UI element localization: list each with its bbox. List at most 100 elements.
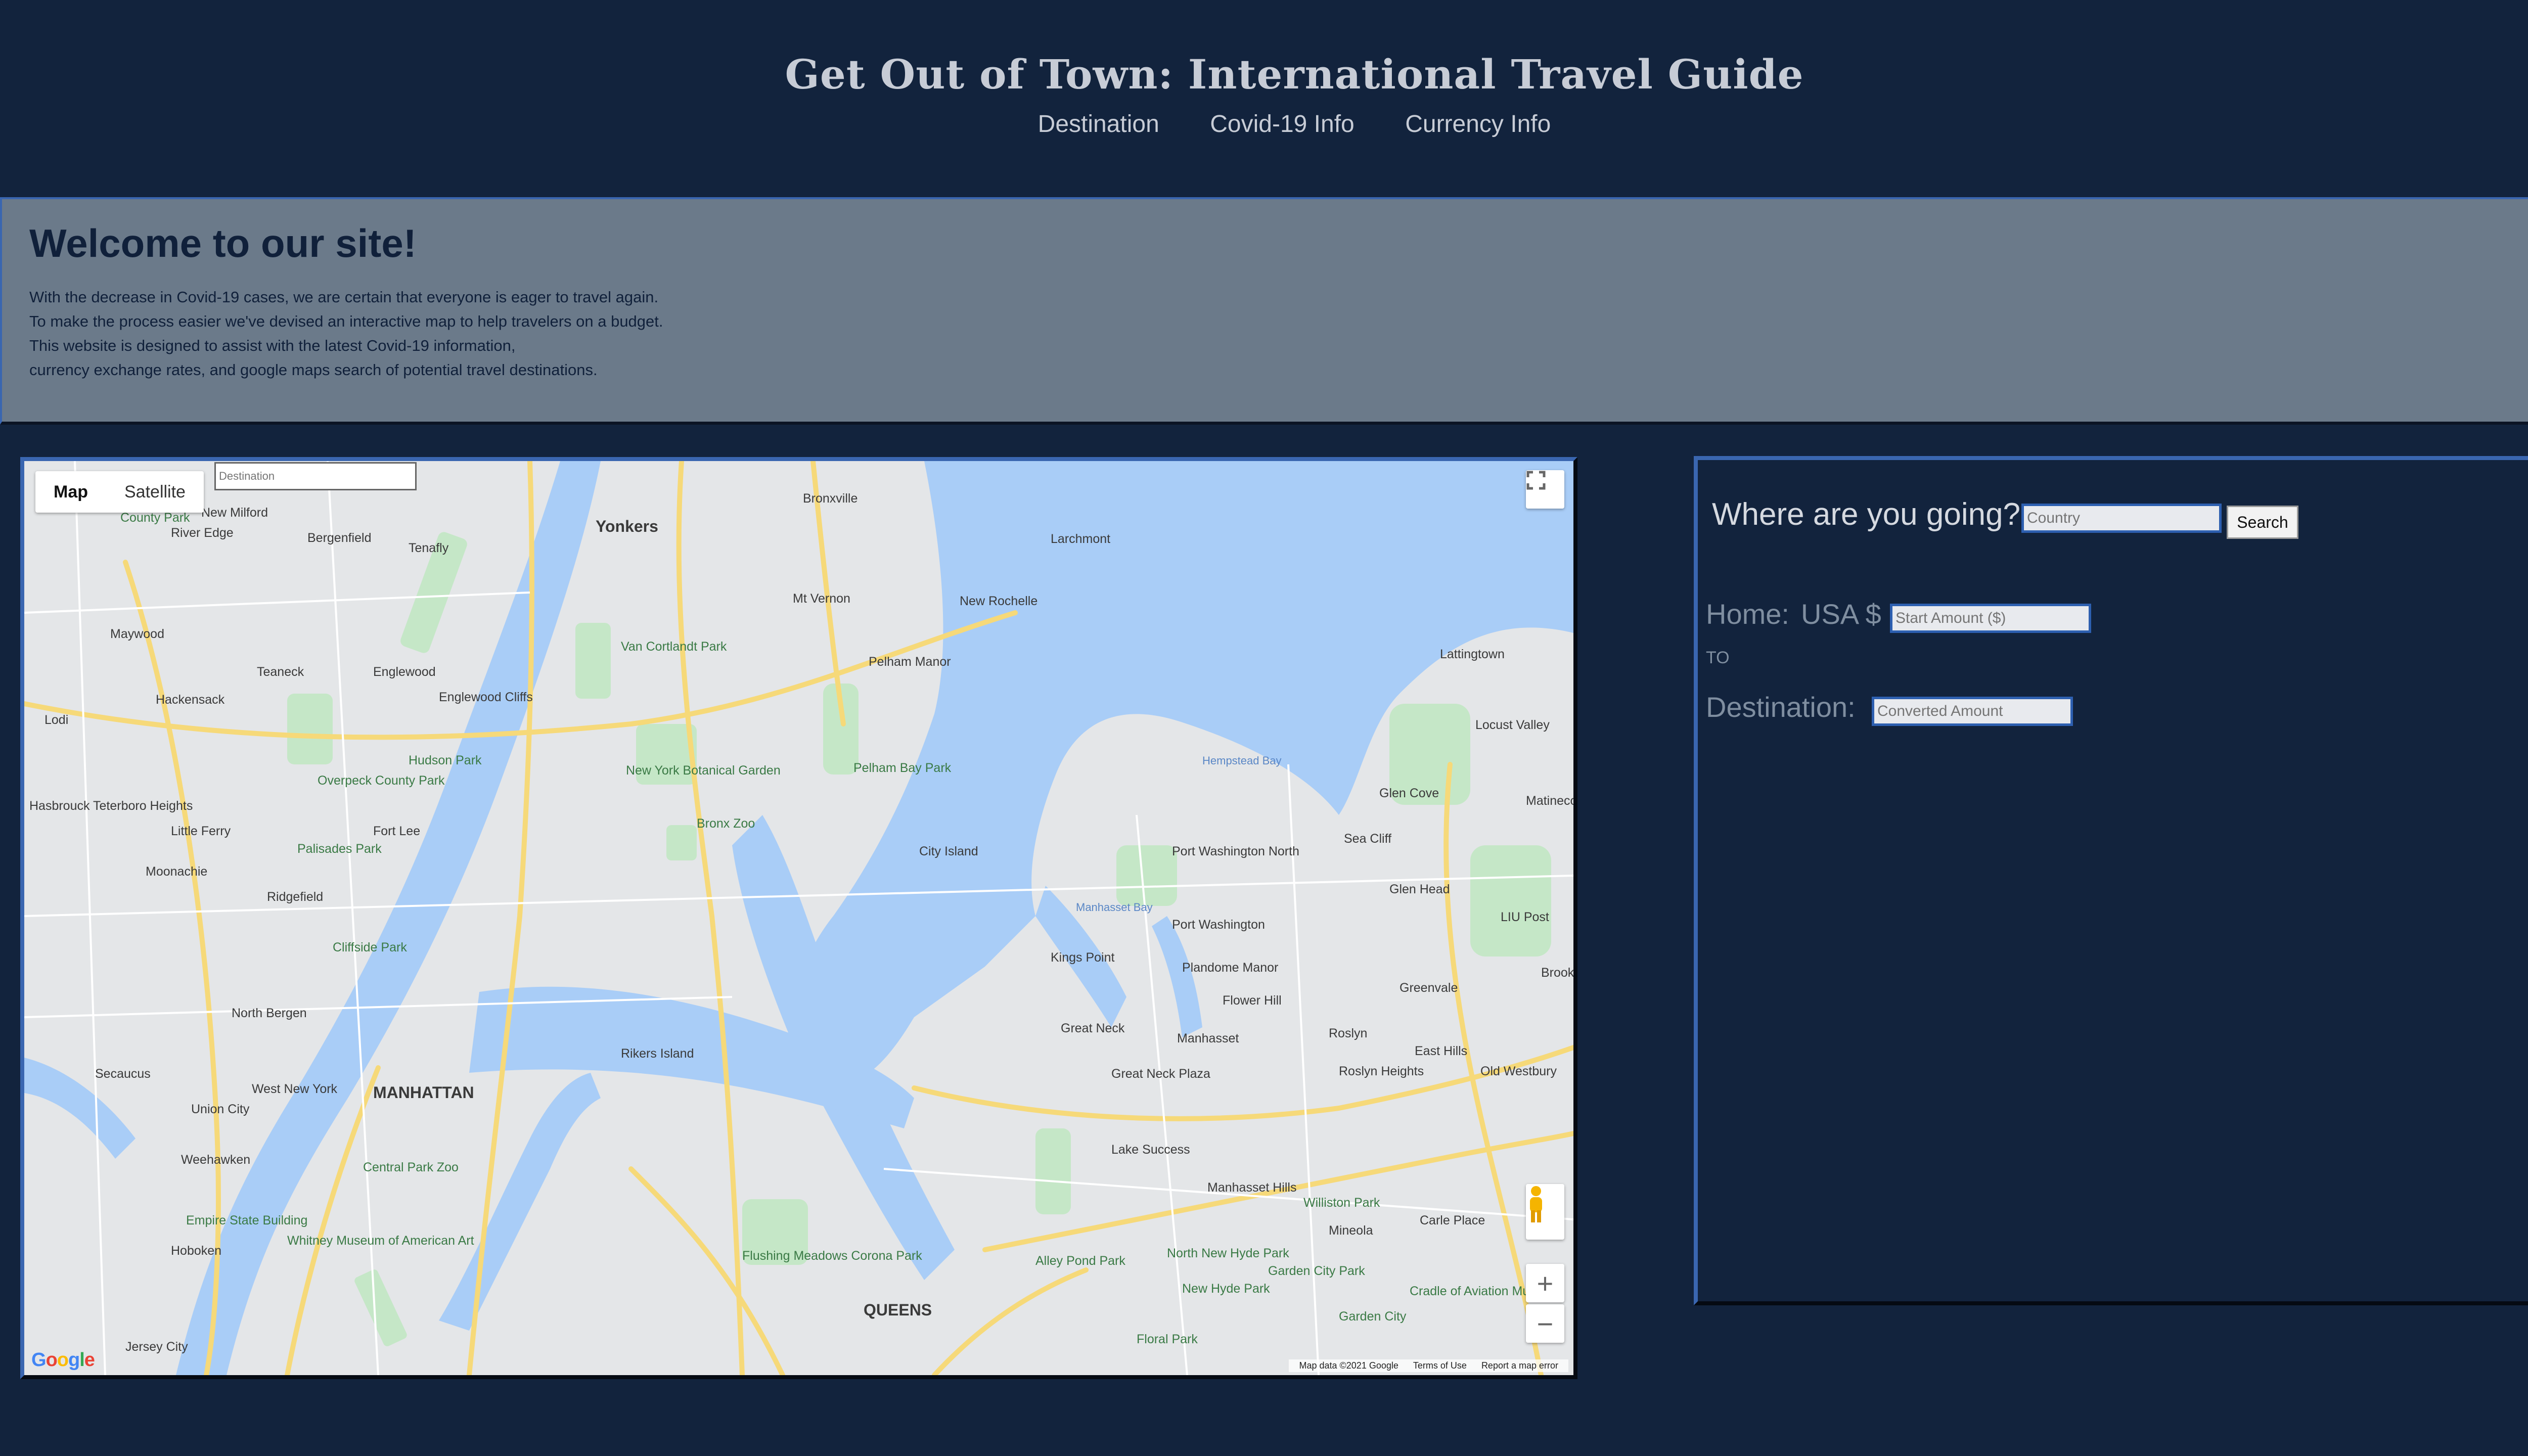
map-type-map[interactable]: Map (35, 471, 106, 513)
map-place-label: Manhasset (1177, 1031, 1239, 1045)
map-place-label: New Hyde Park (1182, 1282, 1270, 1296)
currency-panel: Where are you going? Search Home: USA $ … (1694, 456, 2528, 1305)
site-title: Get Out of Town: International Travel Gu… (785, 51, 1804, 98)
map-place-label: Manhasset Bay (1076, 901, 1153, 914)
fullscreen-icon-glyph (1526, 471, 1546, 490)
pegman-icon[interactable] (1526, 1184, 1564, 1240)
map-place-label: Hudson Park (409, 753, 482, 767)
map-place-label: Moonachie (146, 864, 207, 879)
map-place-label: MANHATTAN (373, 1083, 474, 1102)
nav-currency-info[interactable]: Currency Info (1405, 110, 1551, 138)
map-place-label: Brookville (1541, 966, 1573, 980)
welcome-text: With the decrease in Covid-19 cases, we … (29, 285, 663, 382)
start-amount-input[interactable] (1890, 604, 2091, 633)
map-widget[interactable]: Yonkers Bronxville Larchmont Mt Vernon New R… (20, 457, 1577, 1379)
map-place-label: Palisades Park (297, 842, 382, 856)
map-place-label: Great Neck Plaza (1111, 1067, 1210, 1081)
map-place-label: Yonkers (596, 517, 658, 535)
map-place-label: Ridgefield (267, 890, 323, 904)
map-place-label: Alley Pond Park (1035, 1254, 1125, 1268)
map-place-label: Cliffside Park (333, 940, 407, 954)
map-place-label: Tenafly (409, 541, 449, 555)
map-place-label: Plandome Manor (1182, 961, 1278, 975)
map-place-label: Port Washington North (1172, 844, 1299, 858)
map-place-label: Garden City Park (1268, 1264, 1365, 1278)
map-place-label: Glen Head (1389, 882, 1450, 896)
main-nav: Destination Covid-19 Info Currency Info (0, 110, 2528, 138)
map-place-label: Bronxville (803, 491, 857, 506)
map-place-label: Roslyn (1329, 1026, 1367, 1040)
welcome-line: With the decrease in Covid-19 cases, we … (29, 288, 659, 306)
map-place-label: Englewood Cliffs (439, 690, 533, 704)
plus-icon: + (1537, 1267, 1554, 1299)
map-place-label: Matinecock (1526, 794, 1573, 808)
map-place-label: Larchmont (1051, 532, 1110, 546)
report-error-link[interactable]: Report a map error (1481, 1360, 1558, 1371)
nav-destination[interactable]: Destination (1038, 110, 1159, 138)
map-place-label: Weehawken (181, 1153, 250, 1167)
map-place-label: Glen Cove (1379, 786, 1439, 800)
map-place-label: County Park (120, 511, 190, 525)
map-footer: Map data ©2021 Google Terms of Use Repor… (1289, 1359, 1568, 1372)
nav-covid-info[interactable]: Covid-19 Info (1210, 110, 1355, 138)
map-canvas[interactable]: Yonkers Bronxville Larchmont Mt Vernon New R… (24, 461, 1573, 1375)
zoom-out-button[interactable]: − (1526, 1304, 1564, 1343)
map-place-label: New York Botanical Garden (626, 763, 781, 778)
map-place-label: Pelham Manor (869, 655, 951, 669)
map-place-label: Pelham Bay Park (853, 761, 952, 775)
terms-link[interactable]: Terms of Use (1413, 1360, 1467, 1371)
map-place-label: Hoboken (171, 1244, 221, 1258)
destination-search-input[interactable] (214, 462, 417, 490)
map-place-label: Flower Hill (1223, 993, 1282, 1008)
minus-icon: − (1537, 1307, 1554, 1340)
map-place-label: QUEENS (864, 1301, 932, 1319)
map-place-label: LIU Post (1501, 910, 1549, 924)
map-place-label: Roslyn Heights (1339, 1064, 1424, 1078)
home-currency: USA $ (1801, 598, 1881, 630)
map-place-label: Jersey City (125, 1340, 188, 1354)
search-button[interactable]: Search (2227, 506, 2298, 539)
map-place-label: Greenvale (1400, 981, 1458, 995)
map-place-label: Central Park Zoo (363, 1160, 459, 1174)
map-place-label: Flushing Meadows Corona Park (742, 1249, 922, 1263)
map-place-label: East Hills (1415, 1044, 1467, 1058)
google-logo: Google (31, 1349, 95, 1371)
map-place-label: Bergenfield (307, 531, 371, 545)
map-place-label: Whitney Museum of American Art (287, 1234, 474, 1248)
map-place-label: Secaucus (95, 1067, 151, 1081)
map-place-label: Manhasset Hills (1207, 1180, 1296, 1195)
map-place-label: Sea Cliff (1344, 832, 1391, 846)
map-type-satellite[interactable]: Satellite (106, 471, 204, 513)
map-place-label: Great Neck (1061, 1021, 1125, 1035)
map-place-label: Old Westbury (1480, 1064, 1557, 1078)
welcome-line: To make the process easier we've devised… (29, 312, 663, 330)
map-place-label: Lattingtown (1440, 647, 1505, 661)
map-place-label: Mineola (1329, 1223, 1373, 1238)
zoom-in-button[interactable]: + (1526, 1264, 1564, 1302)
map-place-label: Fort Lee (373, 824, 420, 838)
map-place-label: Hasbrouck Teterboro Heights (29, 799, 193, 813)
map-place-label: Port Washington (1172, 918, 1265, 932)
country-input[interactable] (2021, 504, 2222, 533)
map-place-label: Empire State Building (186, 1213, 307, 1227)
site-header: Get Out of Town: International Travel Gu… (0, 0, 2528, 197)
map-place-label: Floral Park (1137, 1332, 1198, 1346)
fullscreen-icon[interactable] (1526, 470, 1564, 509)
to-label: TO (1706, 648, 1730, 667)
map-place-label: Englewood (373, 665, 436, 679)
map-place-label: Mt Vernon (793, 592, 850, 606)
map-type-control: Map Satellite (35, 471, 204, 513)
welcome-line: currency exchange rates, and google maps… (29, 361, 598, 379)
map-place-label: Lodi (44, 713, 68, 727)
map-place-label: North Bergen (232, 1006, 307, 1020)
map-place-label: Garden City (1339, 1309, 1407, 1324)
map-place-label: Overpeck County Park (318, 774, 445, 788)
map-place-label: New Milford (201, 506, 268, 520)
map-place-label: Hackensack (156, 693, 225, 707)
map-place-label: North New Hyde Park (1167, 1246, 1289, 1260)
map-place-label: Lake Success (1111, 1143, 1190, 1157)
destination-label: Destination: (1706, 691, 1856, 723)
converted-amount-input[interactable] (1872, 697, 2073, 726)
map-place-label: Maywood (110, 627, 164, 641)
pegman-glyph (1530, 1186, 1542, 1222)
